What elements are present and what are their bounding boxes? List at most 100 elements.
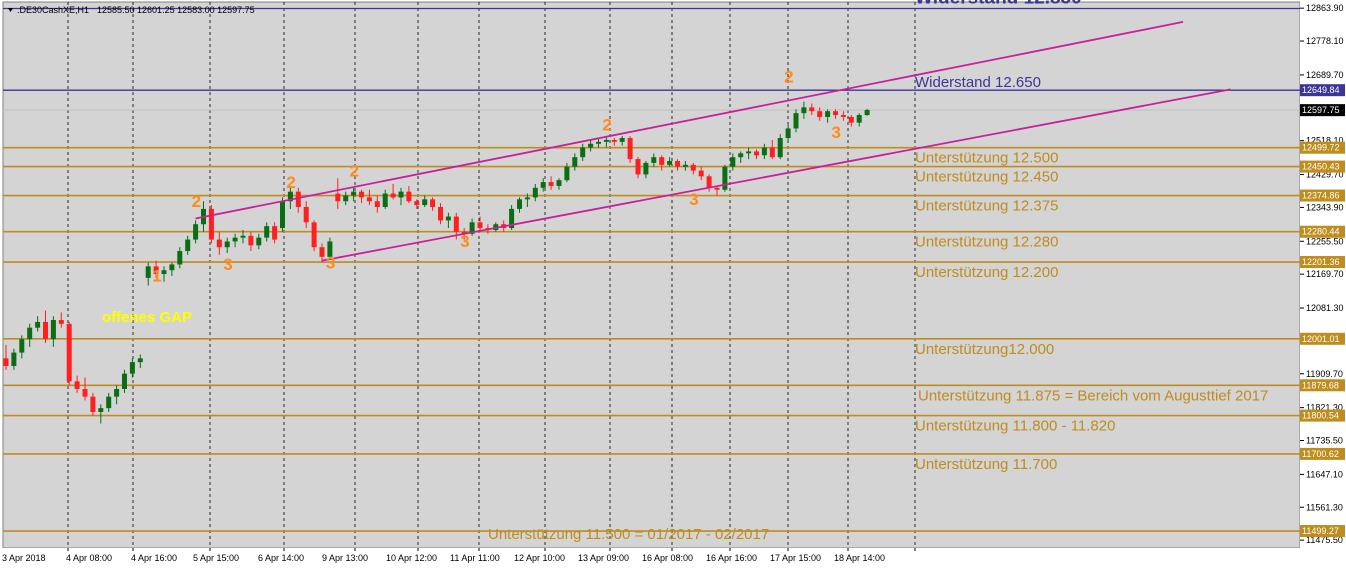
candle-body [840,115,846,117]
candle-body [572,157,578,167]
candle-body [280,201,285,229]
candle-body [137,358,143,363]
candle-body [761,147,767,156]
price-tick-label: 11909.70 [1306,369,1343,379]
candle-body [303,206,309,223]
price-tag-label: 12450.43 [1302,162,1340,172]
candle-body [248,235,254,246]
time-tick-label: 17 Apr 15:00 [770,553,821,563]
candle-body [224,241,230,248]
candle-body [667,161,673,165]
candle-body [11,352,17,366]
candle-body [216,239,222,248]
candle-body [114,388,120,397]
price-tag-label: 12280.44 [1302,227,1340,237]
chart-canvas[interactable]: Widerstand 12.850 Widerstand 12.650 Unters… [0,0,1346,569]
candle-body [524,197,530,200]
candle-body [422,199,428,206]
wave-label: 3 [832,123,841,142]
wave-label: 1 [152,267,161,286]
price-tick-label: 12863.90 [1306,3,1344,13]
candle-body [335,193,341,202]
level-label: Widerstand 12.850 [915,0,1082,9]
time-tick-label: 13 Apr 09:00 [578,553,629,563]
candle-body [19,339,25,353]
candle-body [122,373,127,389]
candle-body [540,182,546,188]
candle-body [517,199,522,209]
time-tick-label: 12 Apr 10:00 [514,553,565,563]
candle-body [43,321,48,340]
candle-body [769,147,775,158]
price-tick-label: 12169.70 [1306,269,1344,279]
gap-annotation: offenes GAP [102,309,192,326]
candle-body [430,199,436,207]
level-label: Unterstützung 11.700 [915,456,1057,473]
level-label: Unterstützung 12.280 [915,234,1058,251]
price-tag-label: 11499.27 [1302,526,1339,536]
wave-label: 3 [460,232,469,251]
candle-body [754,151,759,156]
price-tick-label: 12343.90 [1306,202,1344,212]
candle-body [319,247,325,257]
candle [208,205,214,244]
candle-body [627,138,633,160]
candle-body [90,396,96,412]
candle-body [232,237,238,242]
candle-body [738,153,744,158]
level-label: Unterstützung12.000 [915,341,1054,358]
candle-body [817,111,823,117]
candle-body [50,320,56,340]
candle-body [619,138,625,142]
candle [311,220,317,252]
candle-body [651,157,657,163]
price-chart[interactable]: Widerstand 12.850 Widerstand 12.650 Unters… [0,0,1346,569]
candle-body [193,224,199,240]
candle-body [145,266,151,278]
candle-body [564,166,570,181]
time-tick-label: 4 Apr 16:00 [131,553,177,563]
time-tick-label: 10 Apr 12:00 [386,553,437,563]
candle-body [406,191,412,202]
price-tag-label: 12649.84 [1302,85,1340,95]
time-tick-label: 4 Apr 08:00 [66,553,112,563]
candle-body [74,381,80,389]
candle-body [129,362,135,374]
price-tick-label: 12778.10 [1306,36,1344,46]
candle-body [833,111,838,116]
candle-body [272,226,278,240]
level-label: Unterstützung 12.375 [915,198,1058,215]
candle-body [398,191,404,198]
candle-body [98,408,104,412]
candle-body [438,206,443,221]
candle-body [58,320,64,324]
level-label: Unterstützung 11.875 = Bereich vom Augus… [918,387,1268,404]
price-tick-label: 12255.50 [1306,236,1344,246]
price-tick-label: 11735.50 [1306,436,1343,446]
candle-body [169,264,175,271]
candle-body [825,111,831,117]
time-tick-label: 9 Apr 13:00 [322,553,368,563]
candle-body [185,239,191,252]
candle-body [675,161,680,167]
candle-body [161,270,167,275]
wave-label: 2 [350,161,359,180]
candle-body [706,176,712,188]
candle-body [801,107,807,114]
candle-body [548,182,554,186]
candle-body [382,193,388,207]
candle-body [66,323,72,382]
candle-body [698,170,704,177]
candle-body [722,166,728,190]
candle-body [351,191,357,196]
candle-body [35,321,41,328]
plot-area[interactable] [2,1,1301,549]
candle-body [256,237,262,246]
price-tag-label: 12374.86 [1302,191,1340,201]
time-tick-label: 11 Apr 11:00 [450,553,500,563]
candle-body [635,159,641,175]
wave-label: 2 [192,192,201,211]
price-tag-label: 11800.54 [1302,411,1339,421]
price-tag-label: 12201.36 [1302,257,1340,267]
time-tick-label: 16 Apr 08:00 [642,553,693,563]
